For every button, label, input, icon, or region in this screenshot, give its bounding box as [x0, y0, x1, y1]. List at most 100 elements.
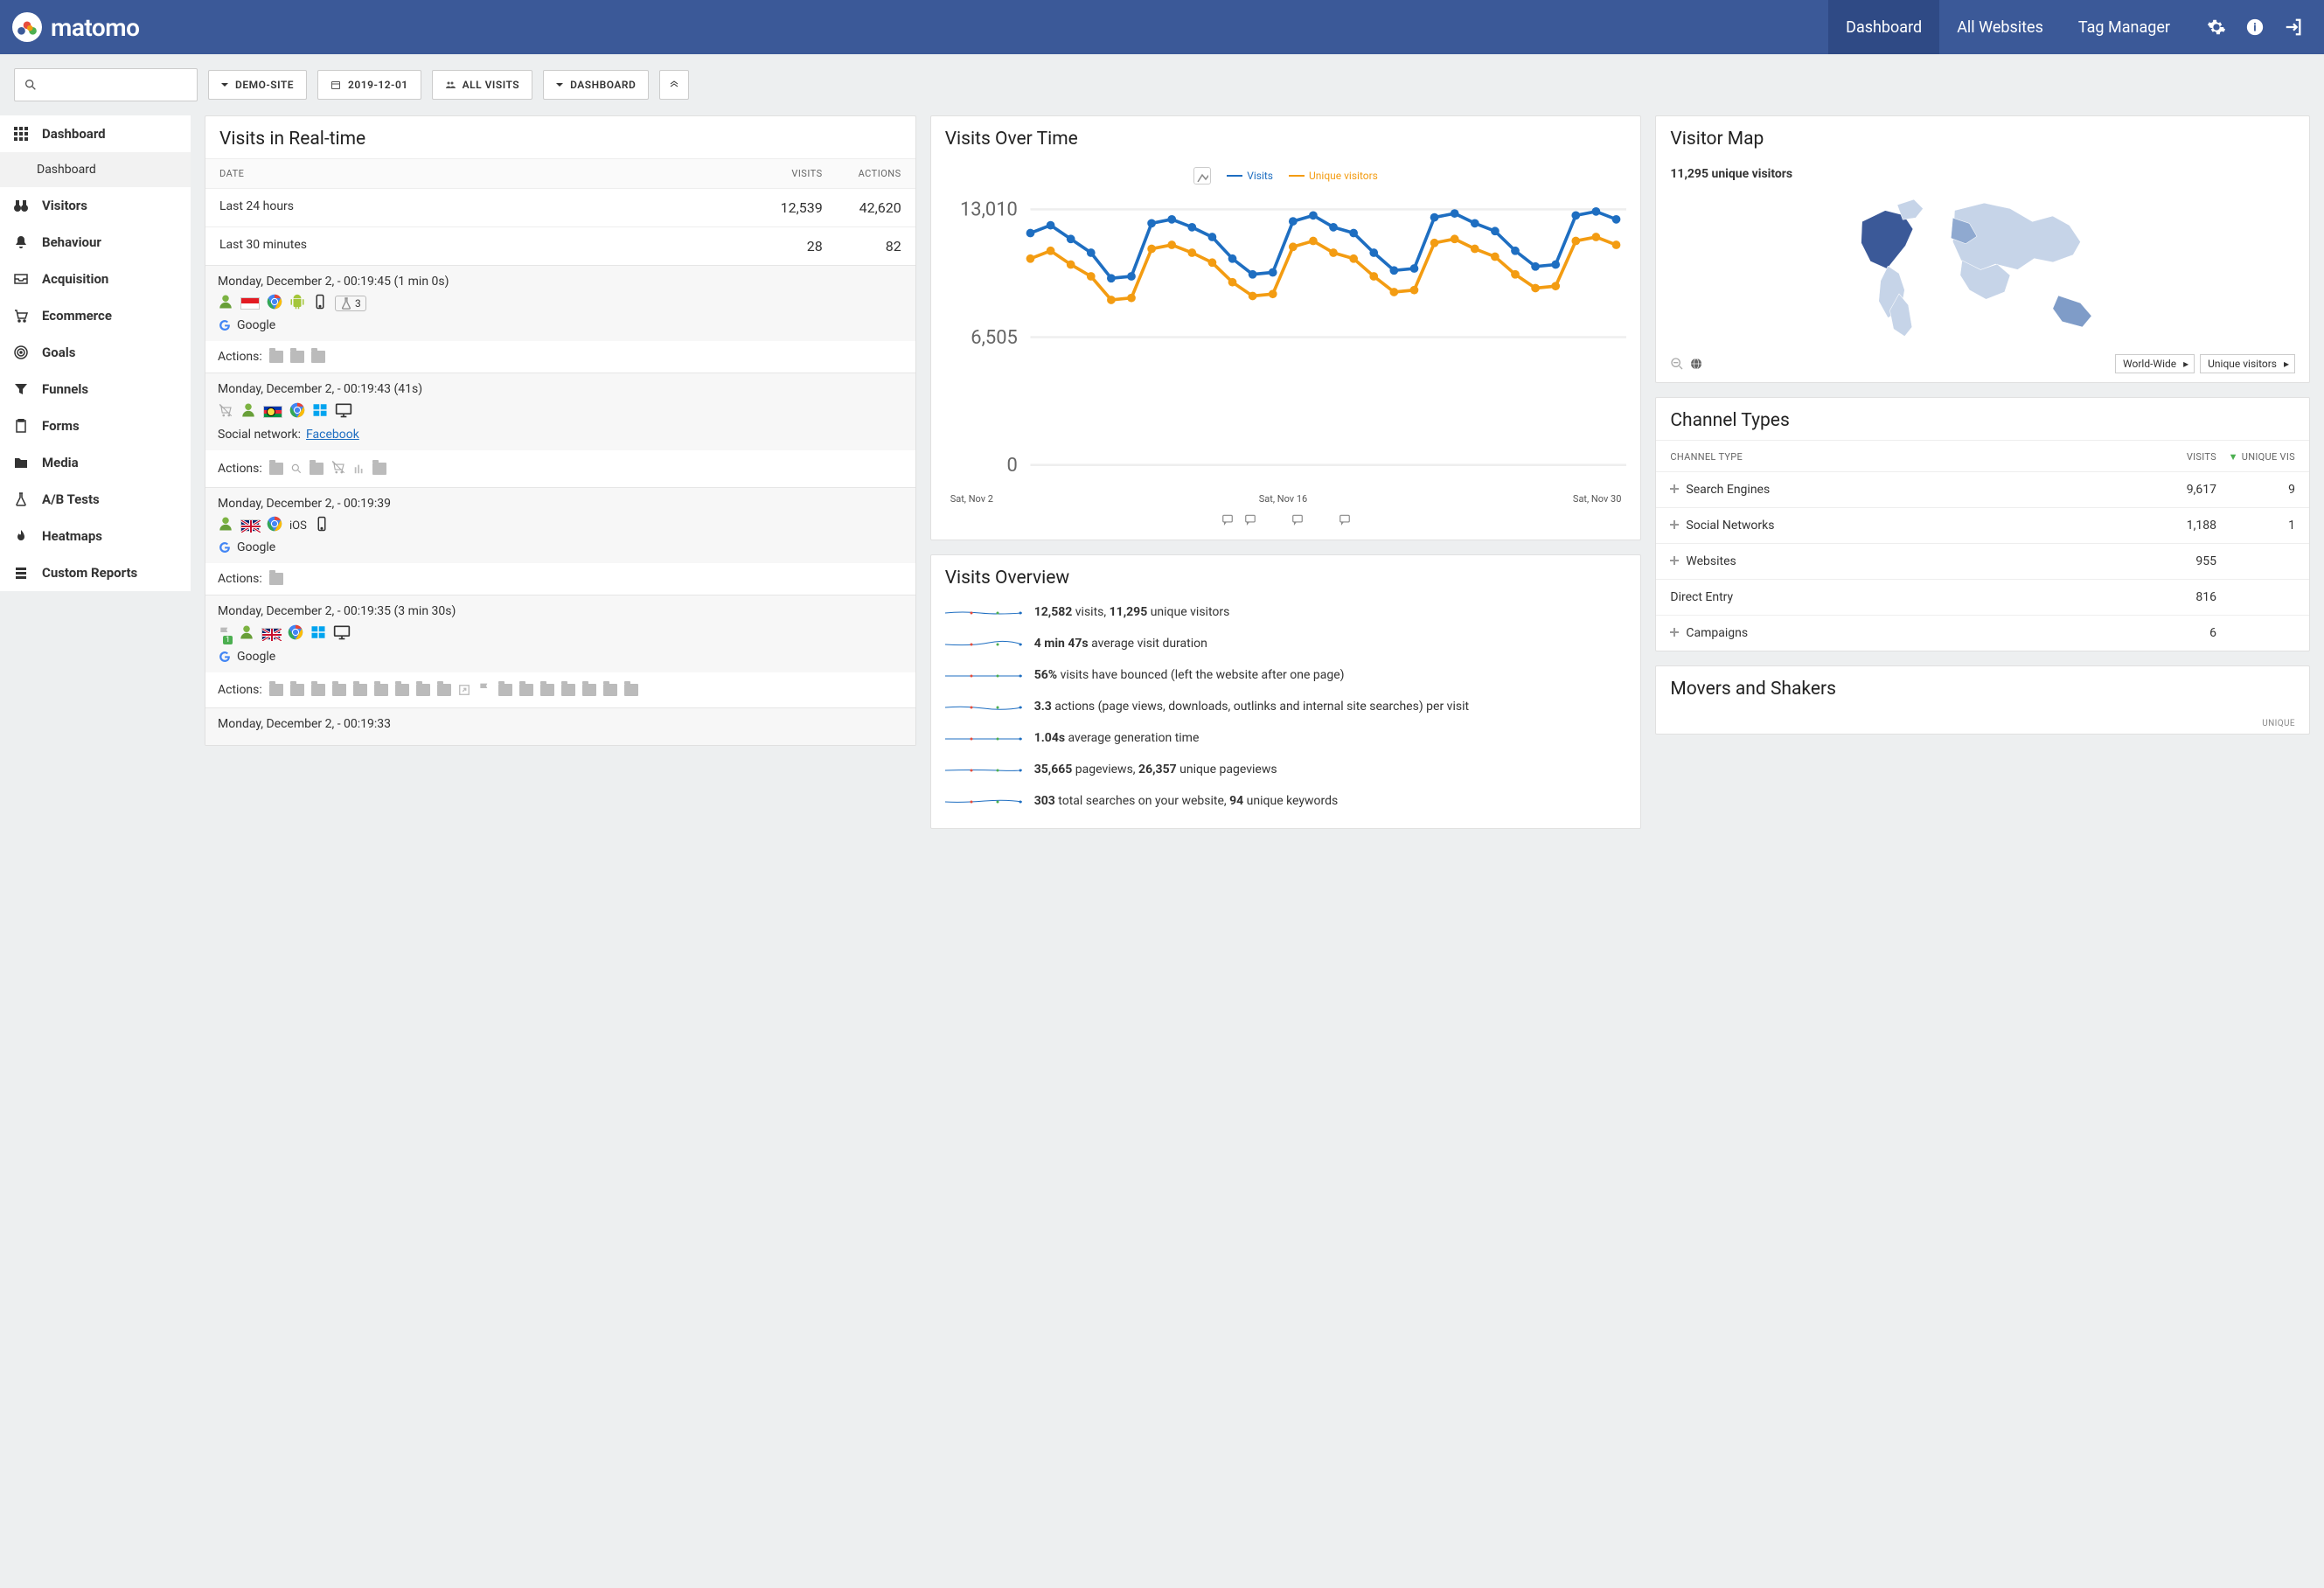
sidebar-label: A/B Tests: [42, 491, 100, 507]
logo[interactable]: matomo: [12, 12, 139, 42]
realtime-visit[interactable]: Monday, December 2, - 00:19:33: [205, 707, 915, 745]
segment-selector[interactable]: ALL VISITS: [432, 70, 532, 100]
expand-icon[interactable]: [1670, 556, 1679, 565]
sidebar-label: Visitors: [42, 198, 87, 213]
search-input[interactable]: [14, 68, 198, 101]
world-map[interactable]: [1670, 185, 2295, 342]
flag-icon: 1: [218, 625, 232, 643]
topnav-item-tag-manager[interactable]: Tag Manager: [2061, 0, 2188, 54]
sidebar-item-dashboard[interactable]: Dashboard: [0, 152, 191, 187]
country-flag-icon: [240, 519, 260, 532]
user-icon: [240, 402, 256, 421]
referrer-link[interactable]: Facebook: [306, 428, 359, 442]
sparkline: [945, 699, 1022, 716]
visit-actions: Actions:: [205, 450, 915, 487]
annotation-icon[interactable]: [1221, 513, 1234, 526]
sidebar-item-heatmaps[interactable]: Heatmaps: [0, 518, 191, 554]
widget-visitor-map: Visitor Map 11,295 unique visitors: [1655, 115, 2310, 383]
expand-icon[interactable]: [1670, 484, 1679, 493]
gear-icon[interactable]: [2207, 17, 2226, 37]
pageview-action-icon: [437, 684, 451, 696]
target-icon: [14, 345, 28, 359]
expand-icon[interactable]: [1670, 628, 1679, 637]
annotation-icon[interactable]: [1244, 513, 1256, 526]
sparkline: [945, 762, 1022, 779]
pageview-action-icon: [290, 351, 304, 363]
globe-icon[interactable]: [1689, 357, 1703, 371]
info-icon[interactable]: i: [2245, 17, 2265, 37]
visit-actions: Actions:: [205, 563, 915, 595]
realtime-visit[interactable]: Monday, December 2, - 00:19:39iOS Google…: [205, 487, 915, 595]
folder-icon: [14, 456, 28, 470]
sparkline: [945, 793, 1022, 811]
sidebar-item-media[interactable]: Media: [0, 444, 191, 481]
sidebar-item-custom-reports[interactable]: Custom Reports: [0, 554, 191, 591]
widget-title: Channel Types: [1656, 398, 2309, 440]
collapse-button[interactable]: [659, 70, 689, 100]
channel-row[interactable]: Direct Entry816: [1656, 579, 2309, 615]
channel-row[interactable]: Campaigns6: [1656, 615, 2309, 651]
sidebar-item-ecommerce[interactable]: Ecommerce: [0, 297, 191, 334]
sidebar-label: Ecommerce: [42, 308, 112, 324]
pageview-action-icon: [290, 684, 304, 696]
pageview-action-icon: [269, 463, 283, 475]
pageview-action-icon: [269, 684, 283, 696]
sidebar-item-dashboard[interactable]: Dashboard: [0, 115, 191, 152]
pageview-action-icon: [603, 684, 617, 696]
chart-x-axis: Sat, Nov 2 Sat, Nov 16 Sat, Nov 30: [945, 490, 1627, 505]
cart-icon: [14, 309, 28, 323]
sidebar-item-forms[interactable]: Forms: [0, 407, 191, 444]
flame-icon: [14, 529, 28, 543]
topnav-item-dashboard[interactable]: Dashboard: [1828, 0, 1939, 54]
browser-icon: [267, 516, 282, 535]
device-icon: [314, 516, 330, 535]
channel-row[interactable]: Social Networks1,1881: [1656, 507, 2309, 543]
widget-visits-overview: Visits Overview 12,582 visits, 11,295 un…: [930, 554, 1642, 829]
sidebar-item-goals[interactable]: Goals: [0, 334, 191, 371]
date-selector[interactable]: 2019-12-01: [317, 70, 421, 100]
realtime-visit[interactable]: Monday, December 2, - 00:19:43 (41s)Soci…: [205, 373, 915, 487]
metric-select[interactable]: Unique visitors ▸: [2200, 354, 2295, 373]
os-label: iOS: [289, 519, 307, 533]
os-icon: [310, 624, 326, 644]
sidebar-item-acquisition[interactable]: Acquisition: [0, 261, 191, 297]
topnav-item-all-websites[interactable]: All Websites: [1939, 0, 2061, 54]
referrer: Social network: Facebook: [218, 428, 903, 442]
annotation-icon[interactable]: [1291, 513, 1304, 526]
dashboard-selector[interactable]: DASHBOARD: [543, 70, 649, 100]
sidebar-label: Funnels: [42, 381, 88, 397]
site-selector[interactable]: DEMO-SITE: [208, 70, 307, 100]
country-flag-icon: [263, 406, 282, 418]
device-icon: [312, 294, 328, 313]
svg-text:0: 0: [1006, 455, 1017, 477]
visit-time: Monday, December 2, - 00:19:35 (3 min 30…: [218, 604, 903, 618]
overview-text: 4 min 47s average visit duration: [1034, 636, 1207, 653]
line-chart[interactable]: 06,50513,010: [945, 188, 1627, 486]
chevron-up-icon: [669, 80, 679, 90]
pageview-action-icon: [269, 351, 283, 363]
bell-icon: [14, 235, 28, 249]
sidebar-item-behaviour[interactable]: Behaviour: [0, 224, 191, 261]
sort-desc-icon[interactable]: ▼: [2229, 451, 2238, 463]
user-icon: [218, 516, 233, 535]
annotation-icon[interactable]: [1339, 513, 1351, 526]
expand-icon[interactable]: [1670, 520, 1679, 529]
realtime-summary-row: Last 30 minutes2882: [205, 226, 915, 265]
pageview-action-icon: [624, 684, 638, 696]
brand-text: matomo: [51, 13, 139, 42]
flag-action-icon: [477, 681, 491, 699]
pageview-action-icon: [353, 684, 367, 696]
sidebar-item-a-b-tests[interactable]: A/B Tests: [0, 481, 191, 518]
region-select[interactable]: World-Wide ▸: [2115, 354, 2195, 373]
overview-row: 1.04s average generation time: [931, 723, 1641, 755]
channel-row[interactable]: Websites955: [1656, 543, 2309, 579]
channel-row[interactable]: Search Engines9,6179: [1656, 471, 2309, 507]
realtime-visit[interactable]: Monday, December 2, - 00:19:35 (3 min 30…: [205, 595, 915, 707]
sidebar-item-funnels[interactable]: Funnels: [0, 371, 191, 407]
sidebar-item-visitors[interactable]: Visitors: [0, 187, 191, 224]
realtime-visit[interactable]: Monday, December 2, - 00:19:45 (1 min 0s…: [205, 265, 915, 373]
signout-icon[interactable]: [2284, 17, 2303, 37]
zoom-out-icon[interactable]: [1670, 357, 1684, 371]
pageview-action-icon: [269, 573, 283, 585]
chart-view-icon[interactable]: [1193, 167, 1211, 185]
